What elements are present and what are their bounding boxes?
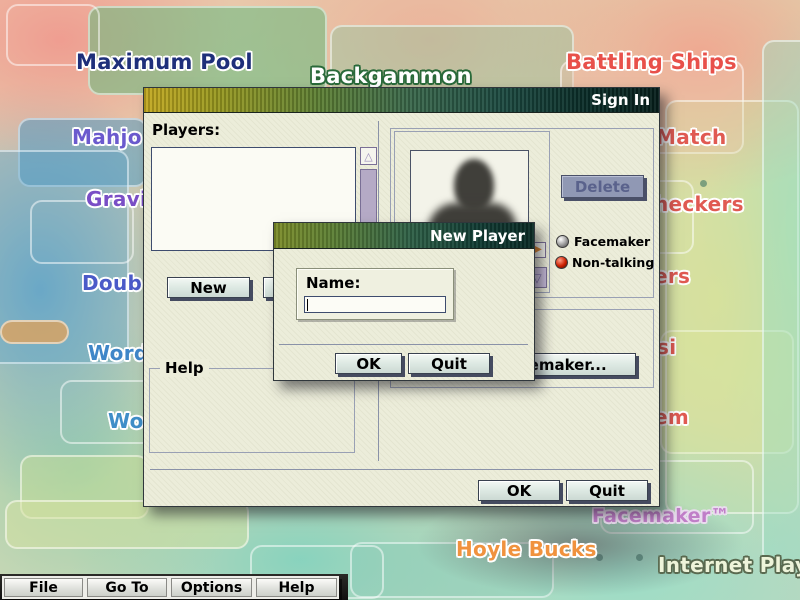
triangle-right-icon: ▶	[534, 245, 542, 255]
non-talking-radio-label: Non-talking	[572, 255, 654, 270]
bg-game-label: Wo	[108, 409, 144, 433]
sign-in-ok-button[interactable]: OK	[478, 480, 560, 501]
bg-tile	[0, 320, 69, 344]
bg-game-label: Match	[656, 125, 727, 149]
bg-game-label: Doub	[82, 271, 142, 295]
sign-in-ok-label: OK	[507, 482, 531, 500]
name-panel: Name:	[296, 268, 454, 320]
new-button[interactable]: New	[167, 277, 250, 298]
new-player-ok-label: OK	[356, 355, 380, 373]
new-player-ok-button[interactable]: OK	[335, 353, 402, 374]
new-button-label: New	[190, 279, 227, 297]
sign-in-quit-label: Quit	[589, 482, 625, 500]
menu-goto-button[interactable]: Go To	[87, 578, 167, 597]
menu-help-button[interactable]: Help	[256, 578, 337, 597]
new-player-divider	[279, 344, 528, 345]
new-player-titlebar[interactable]: New Player	[274, 223, 534, 249]
name-input[interactable]	[304, 296, 446, 313]
new-player-quit-label: Quit	[431, 355, 467, 373]
menu-options-button[interactable]: Options	[171, 578, 252, 597]
bg-game-label: Maximum Pool	[76, 50, 253, 74]
scroll-up-button[interactable]: △	[360, 147, 377, 165]
bg-game-label: Facemaker™	[592, 505, 730, 527]
new-player-quit-button[interactable]: Quit	[408, 353, 490, 374]
bg-game-label: Internet Play	[658, 553, 800, 577]
menu-goto-label: Go To	[105, 580, 148, 596]
bg-dot	[700, 180, 707, 187]
bg-game-label: Battling Ships	[566, 50, 737, 74]
name-label: Name:	[306, 274, 360, 292]
desktop: Maximum Pool Backgammon Battling Ships M…	[0, 0, 800, 600]
bg-game-label: Word	[88, 341, 148, 365]
new-player-dialog: New Player Name: OK Quit	[273, 222, 535, 381]
bg-game-label: heckers	[654, 192, 744, 216]
menu-options-label: Options	[181, 580, 242, 596]
facemaker-radio-label: Facemaker	[574, 234, 650, 249]
footer-divider	[150, 469, 653, 470]
bg-game-label: Backgammon	[310, 64, 472, 88]
delete-button-label: Delete	[575, 178, 630, 196]
menu-file-label: File	[29, 580, 58, 596]
bg-game-label: Hoyle Bucks	[456, 537, 597, 561]
new-player-title: New Player	[430, 227, 525, 245]
menu-help-label: Help	[278, 580, 314, 596]
players-label: Players:	[152, 121, 220, 139]
sign-in-titlebar[interactable]: Sign In	[144, 88, 659, 113]
bg-game-label: Mahjo	[72, 125, 142, 149]
delete-button[interactable]: Delete	[561, 175, 644, 198]
facemaker-radio[interactable]	[556, 235, 569, 248]
non-talking-radio[interactable]	[555, 256, 568, 269]
bg-game-label: Gravi	[86, 187, 147, 211]
sign-in-title: Sign In	[591, 91, 650, 109]
bg-tile	[762, 40, 800, 564]
sign-in-quit-button[interactable]: Quit	[566, 480, 648, 501]
bg-tile	[5, 500, 249, 549]
triangle-up-icon: △	[364, 151, 372, 162]
text-caret	[307, 299, 308, 311]
help-legend: Help	[160, 359, 209, 377]
menu-file-button[interactable]: File	[4, 578, 83, 597]
